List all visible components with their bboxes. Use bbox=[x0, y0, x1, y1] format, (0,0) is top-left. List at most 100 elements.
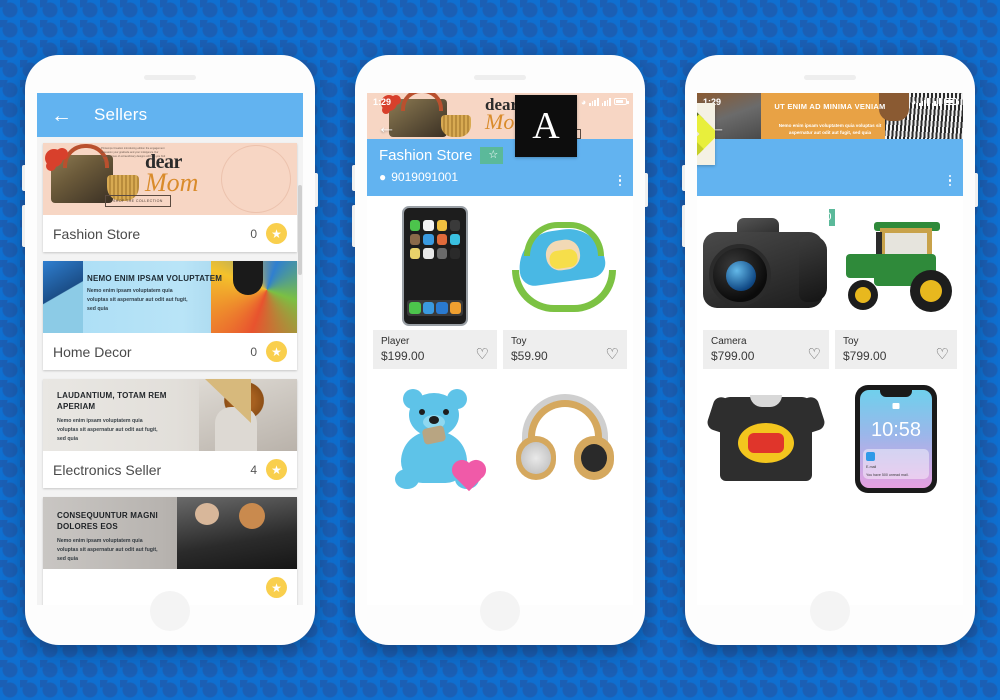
product-card[interactable]: ♡ bbox=[703, 375, 829, 517]
seller-count: 4 bbox=[250, 462, 257, 477]
tshirt-graphic bbox=[738, 423, 794, 463]
status-icons: ◕ bbox=[910, 96, 959, 107]
app-dock-art bbox=[407, 300, 463, 316]
signal-bars-icon bbox=[589, 97, 599, 106]
star-icon: ★ bbox=[266, 577, 287, 598]
phone-side-button bbox=[682, 165, 685, 191]
home-button[interactable] bbox=[810, 591, 850, 631]
status-badge[interactable]: ☆ bbox=[480, 147, 504, 165]
phone-power-button bbox=[315, 173, 318, 207]
phone-volume-button bbox=[352, 205, 355, 247]
product-meta: Toy $59.90 ♡ bbox=[503, 330, 627, 369]
earpiece-speaker bbox=[804, 75, 856, 80]
product-name: Camera bbox=[711, 336, 747, 347]
seller-row: Fashion Store 0 ★ bbox=[43, 215, 297, 252]
smartphone-lockscreen-art: 10:58 E-mail You have 500 unread mail. bbox=[855, 385, 937, 493]
heart-outline-icon[interactable]: ♡ bbox=[808, 347, 821, 362]
mail-icon bbox=[866, 452, 875, 461]
notification-text: You have 500 unread mail. bbox=[866, 473, 909, 477]
product-card[interactable]: Toy $799.00 ♡ bbox=[835, 202, 957, 369]
home-button[interactable] bbox=[480, 591, 520, 631]
heart-outline-icon[interactable]: ♡ bbox=[936, 347, 949, 362]
seller-banner: Printemps Creation introducing edition t… bbox=[43, 143, 297, 215]
star-icon: ★ bbox=[266, 223, 287, 244]
banner-cta-button[interactable]: SHOP THE COLLECTION bbox=[105, 195, 171, 207]
signal-bars-icon-2 bbox=[931, 97, 941, 106]
product-card[interactable]: ♡ bbox=[373, 375, 497, 517]
product-card[interactable]: Player $199.00 ♡ bbox=[373, 202, 497, 369]
product-image bbox=[835, 202, 957, 330]
arrow-left-icon[interactable]: ← bbox=[51, 105, 72, 126]
seller-banner: CONSEQUUNTUR MAGNI DOLORES EOS Nemo enim… bbox=[43, 497, 297, 569]
status-bar: 1:29 ◕ bbox=[367, 93, 633, 110]
banner-body: Nemo enim ipsam voluptatem quia voluptas… bbox=[87, 288, 188, 312]
product-image bbox=[373, 375, 497, 503]
product-card[interactable]: Toy $59.90 ♡ bbox=[503, 202, 627, 369]
phone-volume-button bbox=[22, 205, 25, 247]
wifi-icon: ◕ bbox=[910, 96, 917, 107]
product-card[interactable]: Camera $799.00 ♡ bbox=[703, 202, 829, 369]
notification-card: E-mail You have 500 unread mail. bbox=[863, 449, 929, 479]
banner-mom-text: Mom bbox=[145, 168, 199, 197]
headphone-cup-right bbox=[574, 436, 614, 480]
app-grid-art bbox=[408, 216, 462, 263]
list-item[interactable]: LAUDANTIUM, TOTAM REM APERIAM Nemo enim … bbox=[43, 379, 297, 488]
battery-icon bbox=[614, 98, 629, 105]
list-scrollbar[interactable] bbox=[298, 185, 302, 275]
banner-flower-art bbox=[45, 149, 63, 167]
phone-power-button bbox=[645, 173, 648, 207]
product-name: Toy bbox=[843, 336, 859, 347]
bouncer-bar bbox=[524, 222, 604, 256]
earpiece-speaker bbox=[144, 75, 196, 80]
signal-bars-icon-2 bbox=[601, 97, 611, 106]
hero-basket-art bbox=[441, 115, 471, 137]
seller-rating-group: 0 ★ bbox=[250, 341, 287, 362]
store-hero-banner: UT ENIM AD MINIMA VENIAM Nemo enim ipsam… bbox=[697, 93, 963, 139]
product-image bbox=[503, 202, 627, 330]
kebab-menu-icon[interactable] bbox=[948, 174, 951, 186]
kebab-menu-icon[interactable] bbox=[618, 174, 621, 186]
store-name: Fashion Store bbox=[379, 147, 473, 165]
product-price: $799.00 bbox=[843, 349, 887, 363]
product-price: $59.90 bbox=[511, 349, 548, 363]
product-image bbox=[703, 202, 829, 330]
camera-lens bbox=[709, 244, 771, 306]
seller-banner: LAUDANTIUM, TOTAM REM APERIAM Nemo enim … bbox=[43, 379, 297, 451]
teddy-bear-art bbox=[385, 387, 485, 492]
phone-side-button bbox=[22, 165, 25, 191]
store-info-bar: A Fashion Store ☆ ● 9019091001 bbox=[367, 95, 633, 196]
phone-device-3: UT ENIM AD MINIMA VENIAM Nemo enim ipsam… bbox=[682, 55, 978, 645]
list-item[interactable]: Printemps Creation introducing edition t… bbox=[43, 143, 297, 252]
banner-model-art bbox=[211, 261, 297, 333]
product-grid: Player $199.00 ♡ Toy $59.90 ♡ bbox=[367, 196, 633, 523]
status-bar: 1:29 ◕ bbox=[697, 93, 963, 110]
lockscreen-time: 10:58 bbox=[870, 419, 922, 441]
phone-device-art bbox=[402, 206, 468, 326]
seller-rating-group: 0 ★ bbox=[250, 223, 287, 244]
wifi-icon: ◕ bbox=[580, 96, 587, 107]
phone-power-button bbox=[975, 173, 978, 207]
heart-outline-icon[interactable]: ♡ bbox=[606, 347, 619, 362]
list-item[interactable]: NEMO ENIM IPSAM VOLUPTATEM Nemo enim ips… bbox=[43, 261, 297, 370]
arrow-left-icon[interactable]: ← bbox=[377, 118, 396, 137]
heart-outline-icon[interactable]: ♡ bbox=[476, 347, 489, 362]
banner-headline: NEMO ENIM IPSAM VOLUPTATEM bbox=[87, 274, 223, 283]
product-meta: Player $199.00 ♡ bbox=[373, 330, 497, 369]
list-item[interactable]: CONSEQUUNTUR MAGNI DOLORES EOS Nemo enim… bbox=[43, 497, 297, 605]
teddy-nose bbox=[429, 416, 439, 424]
banner-couple-art bbox=[177, 497, 297, 569]
product-price: $199.00 bbox=[381, 349, 425, 363]
phone-notch bbox=[880, 390, 912, 397]
banner-triangle-decor bbox=[205, 379, 251, 423]
seller-name: Home Decor bbox=[53, 343, 132, 360]
headphone-cup-left bbox=[516, 436, 556, 480]
star-icon: ★ bbox=[266, 341, 287, 362]
home-button[interactable] bbox=[150, 591, 190, 631]
earpiece-speaker bbox=[474, 75, 526, 80]
product-card[interactable]: 10:58 E-mail You have 500 unread mail. ♡ bbox=[835, 375, 957, 517]
tractor-toy-art bbox=[836, 220, 956, 312]
seller-count: 0 bbox=[250, 344, 257, 359]
phone-side-button bbox=[352, 165, 355, 191]
phone-volume-button bbox=[682, 205, 685, 247]
product-card[interactable]: ♡ bbox=[503, 375, 627, 517]
